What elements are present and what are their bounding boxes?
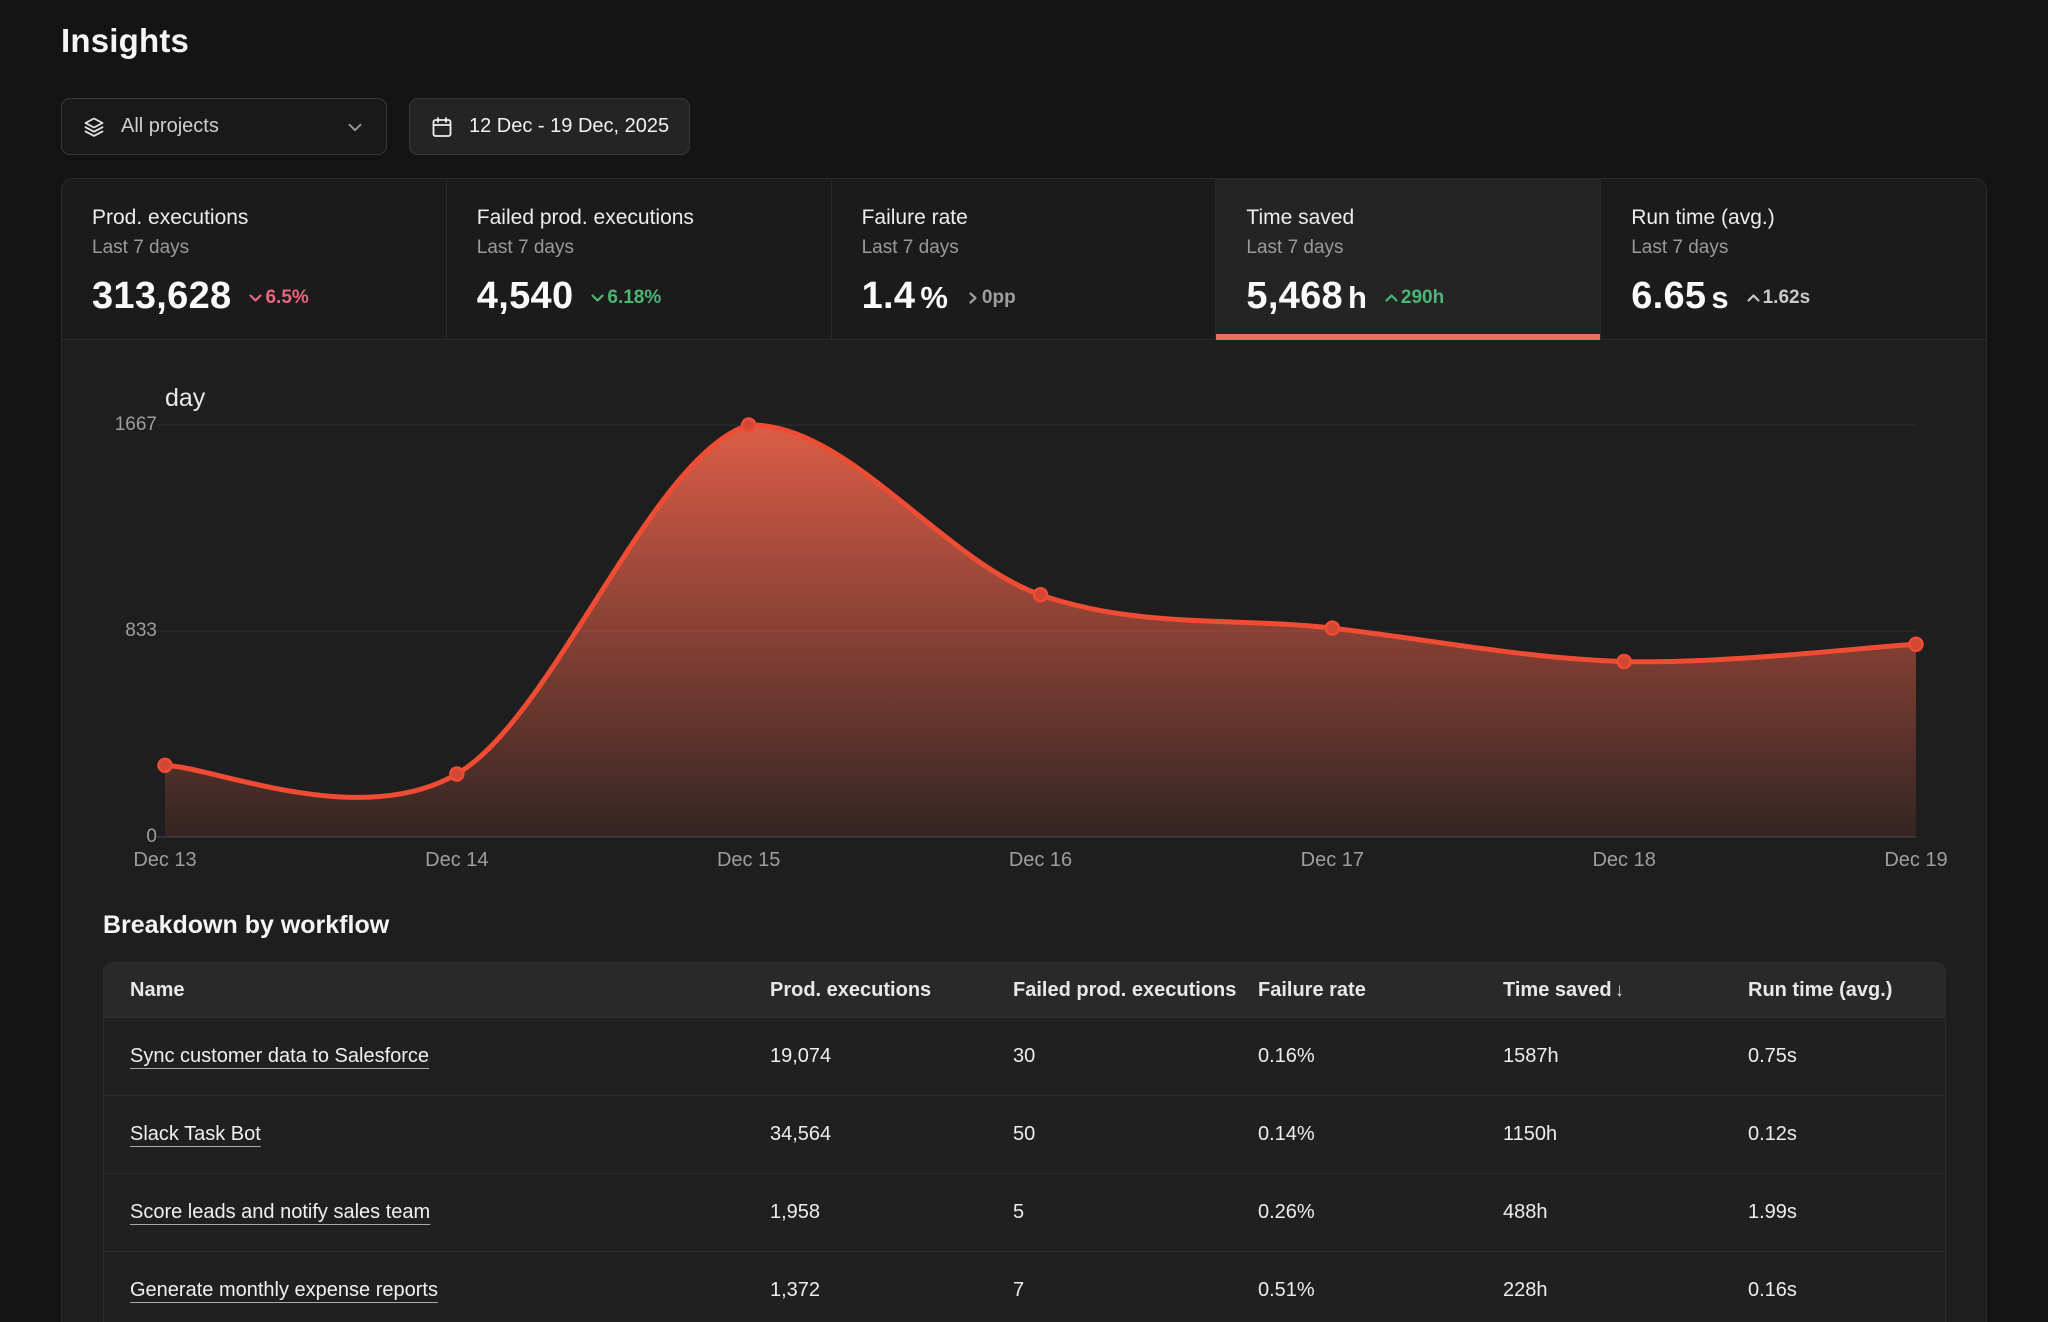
- x-axis-tick: Dec 15: [717, 849, 780, 872]
- date-range-picker[interactable]: 12 Dec - 19 Dec, 2025: [409, 98, 690, 155]
- insights-panel: Prod. executions Last 7 days 313,628 6.5…: [61, 178, 1987, 1322]
- breakdown-heading: Breakdown by workflow: [103, 911, 1986, 940]
- x-axis-tick: Dec 13: [133, 849, 196, 872]
- workflow-link[interactable]: Sync customer data to Salesforce: [130, 1045, 429, 1067]
- cell-prod: 1,958: [770, 1201, 1013, 1224]
- stats-tab-row: Prod. executions Last 7 days 313,628 6.5…: [62, 179, 1986, 340]
- column-header-run-time-avg[interactable]: Run time (avg.): [1748, 979, 1945, 1002]
- workflow-link[interactable]: Generate monthly expense reports: [130, 1279, 438, 1301]
- table-row: Generate monthly expense reports1,37270.…: [104, 1251, 1945, 1322]
- cell-prod: 19,074: [770, 1045, 1013, 1068]
- stat-value: 313,628: [92, 275, 231, 318]
- cell-failure-rate: 0.14%: [1258, 1123, 1503, 1146]
- cell-prod: 34,564: [770, 1123, 1013, 1146]
- cell-time-saved: 1150h: [1503, 1123, 1748, 1146]
- stat-delta: 0pp: [965, 287, 1016, 309]
- x-axis-tick: Dec 18: [1592, 849, 1655, 872]
- table-row: Slack Task Bot 34,564500.14%1150h0.12s: [104, 1095, 1945, 1173]
- stat-title: Failed prod. executions: [477, 206, 807, 230]
- cell-run-time: 0.75s: [1748, 1045, 1945, 1068]
- stat-delta: 6.5%: [248, 287, 308, 309]
- chart-plot-area: Dec 13Dec 14Dec 15Dec 16Dec 17Dec 18Dec …: [165, 425, 1916, 875]
- x-axis-tick: Dec 19: [1884, 849, 1947, 872]
- cell-time-saved: 488h: [1503, 1201, 1748, 1224]
- cell-failed: 50: [1013, 1123, 1258, 1146]
- stat-unit: s: [1711, 280, 1728, 316]
- stat-value: 5,468: [1246, 275, 1343, 318]
- time-saved-chart: day Dec 13 Dec 14 Dec 15 Dec 16 Dec 17 Dec 18…: [62, 340, 1986, 875]
- cell-failed: 5: [1013, 1201, 1258, 1224]
- chevron-right-icon: [965, 291, 980, 305]
- cell-failed: 7: [1013, 1279, 1258, 1302]
- column-header-prod-executions[interactable]: Prod. executions: [770, 979, 1013, 1002]
- sort-descending-icon: ↓: [1615, 980, 1625, 1001]
- x-axis-tick: Dec 17: [1301, 849, 1364, 872]
- cell-failure-rate: 0.16%: [1258, 1045, 1503, 1068]
- cell-failure-rate: 0.51%: [1258, 1279, 1503, 1302]
- area-chart-svg: [165, 425, 1916, 837]
- workflow-link[interactable]: Score leads and notify sales team: [130, 1201, 430, 1223]
- stat-title: Run time (avg.): [1631, 206, 1962, 230]
- column-header-failed-prod-executions[interactable]: Failed prod. executions: [1013, 979, 1258, 1002]
- stat-delta: 290h: [1384, 287, 1444, 309]
- cell-run-time: 0.12s: [1748, 1123, 1945, 1146]
- project-filter-dropdown[interactable]: All projects: [61, 98, 387, 155]
- x-axis-tick: Dec 14: [425, 849, 488, 872]
- chart-unit-label: day: [165, 384, 1916, 413]
- page-title: Insights: [61, 22, 1987, 60]
- chevron-up-icon: [1746, 291, 1761, 305]
- column-header-name[interactable]: Name: [104, 979, 770, 1002]
- stat-period: Last 7 days: [1631, 237, 1962, 259]
- chevron-down-icon: [248, 291, 263, 305]
- column-header-time-saved[interactable]: Time saved↓: [1503, 979, 1748, 1002]
- stat-card-run-time[interactable]: Run time (avg.) Last 7 days 6.65 s 1.62s: [1601, 179, 1986, 339]
- cell-run-time: 1.99s: [1748, 1201, 1945, 1224]
- workflow-breakdown-table: NameProd. executionsFailed prod. executi…: [103, 962, 1946, 1322]
- stat-delta: 1.62s: [1746, 287, 1811, 309]
- stat-value: 6.65: [1631, 275, 1706, 318]
- filter-bar: All projects 12 Dec - 19 Dec, 2025: [61, 98, 1987, 155]
- cell-failure-rate: 0.26%: [1258, 1201, 1503, 1224]
- y-axis-tick: 833: [103, 620, 157, 642]
- x-axis-tick: Dec 16: [1009, 849, 1072, 872]
- stat-delta: 6.18%: [590, 287, 661, 309]
- stat-unit: h: [1348, 280, 1367, 316]
- y-axis-tick: 1667: [103, 414, 157, 436]
- stat-card-failed-prod-executions[interactable]: Failed prod. executions Last 7 days 4,54…: [447, 179, 832, 339]
- stat-value: 1.4: [862, 275, 916, 318]
- stat-card-failure-rate[interactable]: Failure rate Last 7 days 1.4 % 0pp: [832, 179, 1217, 339]
- chevron-down-icon: [590, 291, 605, 305]
- chevron-down-icon: [344, 116, 366, 138]
- stat-period: Last 7 days: [477, 237, 807, 259]
- column-header-failure-rate[interactable]: Failure rate: [1258, 979, 1503, 1002]
- stat-card-time-saved[interactable]: Time saved Last 7 days 5,468 h 290h: [1216, 179, 1601, 339]
- layers-icon: [82, 115, 106, 139]
- project-filter-label: All projects: [121, 115, 219, 138]
- stat-title: Failure rate: [862, 206, 1192, 230]
- calendar-icon: [430, 115, 454, 139]
- y-axis-tick: 0: [103, 826, 157, 848]
- stat-title: Time saved: [1246, 206, 1576, 230]
- stat-unit: %: [920, 280, 948, 316]
- chevron-up-icon: [1384, 291, 1399, 305]
- chart-x-axis-labels: Dec 13Dec 14Dec 15Dec 16Dec 17Dec 18Dec …: [165, 849, 1916, 875]
- cell-time-saved: 1587h: [1503, 1045, 1748, 1068]
- stat-period: Last 7 days: [862, 237, 1192, 259]
- cell-run-time: 0.16s: [1748, 1279, 1945, 1302]
- cell-time-saved: 228h: [1503, 1279, 1748, 1302]
- table-row: Score leads and notify sales team 1,95850…: [104, 1173, 1945, 1251]
- stat-card-prod-executions[interactable]: Prod. executions Last 7 days 313,628 6.5…: [62, 179, 447, 339]
- insights-page: Insights All projects 12 Dec - 19 Dec, 2…: [0, 0, 2048, 1322]
- workflow-link[interactable]: Slack Task Bot: [130, 1123, 261, 1145]
- cell-prod: 1,372: [770, 1279, 1013, 1302]
- stat-title: Prod. executions: [92, 206, 422, 230]
- cell-failed: 30: [1013, 1045, 1258, 1068]
- stat-period: Last 7 days: [1246, 237, 1576, 259]
- stat-period: Last 7 days: [92, 237, 422, 259]
- stat-value: 4,540: [477, 275, 574, 318]
- date-range-label: 12 Dec - 19 Dec, 2025: [469, 115, 669, 138]
- table-row: Sync customer data to Salesforce 19,07430…: [104, 1017, 1945, 1095]
- table-header-row: NameProd. executionsFailed prod. executi…: [104, 963, 1945, 1017]
